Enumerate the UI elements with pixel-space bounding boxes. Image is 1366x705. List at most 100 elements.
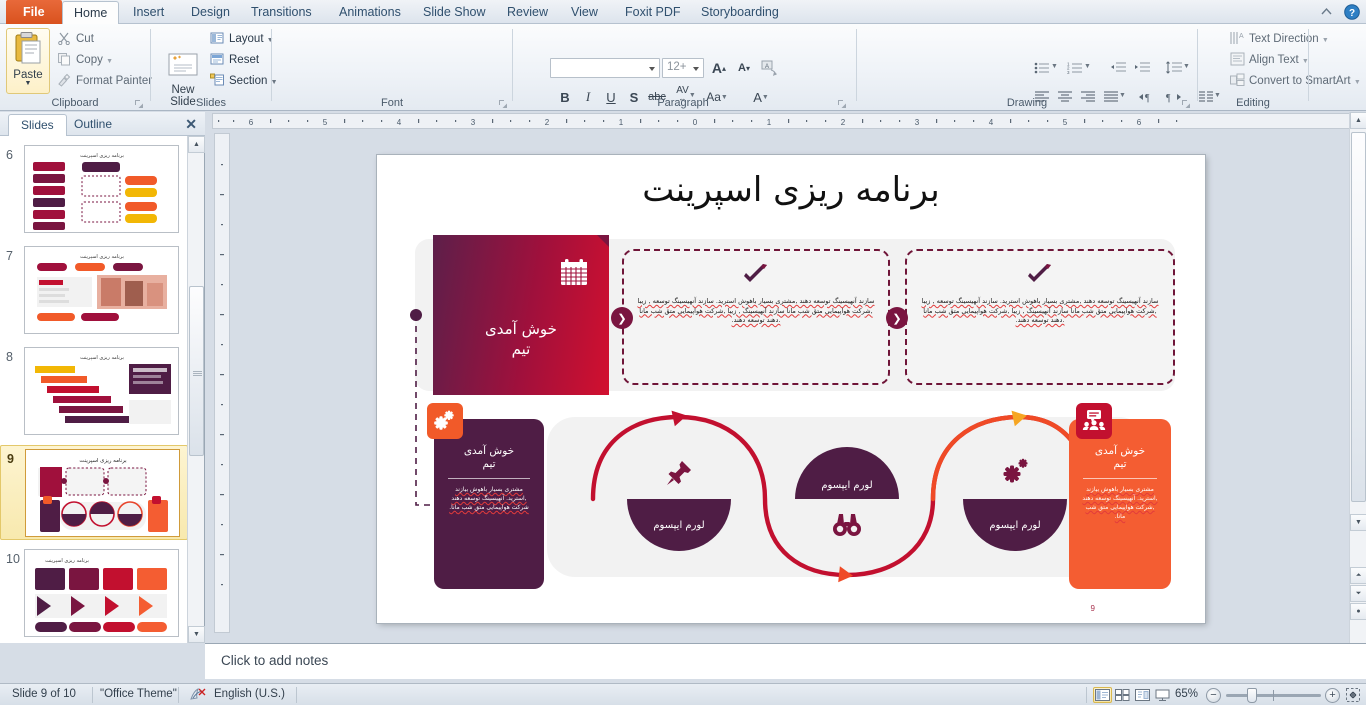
section-icon [210,73,226,89]
tab-slide-show[interactable]: Slide Show [412,1,497,24]
slide-thumbnail-list[interactable]: 6 برنامه ریزی اسپرینت 7 برنامه ریزی اسپر… [0,136,188,643]
select-browse-object-button[interactable]: ● [1350,603,1366,620]
zoom-slider-midpoint [1273,690,1274,701]
tab-storyboarding[interactable]: Storyboarding [690,1,790,24]
scrollbar-thumb[interactable] [189,286,204,456]
process-circle-3[interactable]: لورم ایپسوم [963,447,1067,551]
list-item[interactable]: 10 برنامه ریزی اسپرینت [0,546,188,641]
right-info-card[interactable]: خوش آمدی تیم مشتری بسیار باهوش بیازند ,ا… [1069,419,1171,589]
slide-show-view-button[interactable] [1153,687,1172,703]
divider [1083,478,1157,479]
ribbon-group-drawing: ▲ ▼ ▼ Arrange ▼ Quick Styles [857,24,1197,111]
slide-thumbnail[interactable]: برنامه ریزی اسپرینت [24,145,179,233]
new-slide-label-1: New [171,84,195,96]
cut-button[interactable]: Cut [56,29,94,49]
tab-file[interactable]: File [6,0,62,24]
gear-icon [963,447,1067,499]
tab-transitions[interactable]: Transitions [240,1,323,24]
slides-group-title: Slides [196,97,226,109]
panel-tab-slides[interactable]: Slides [8,114,67,136]
scroll-down-button[interactable]: ▼ [188,626,205,643]
zoom-slider-handle[interactable] [1247,688,1257,703]
zoom-in-button[interactable]: + [1325,688,1340,703]
next-slide-button[interactable]: ⏷ [1350,585,1366,602]
language-indicator[interactable]: English (U.S.) [214,688,285,700]
scroll-up-button[interactable]: ▲ [1350,112,1366,129]
paragraph-group-title: Paragraph [657,97,709,109]
scroll-down-button[interactable]: ▼ [1350,514,1366,531]
main-scrollbar[interactable]: ▲ ▼ ⏶ ⏷ ● [1349,112,1366,643]
slide-number: 9 [7,452,14,466]
tab-foxit-pdf[interactable]: Foxit PDF [614,1,692,24]
help-icon[interactable]: ? [1343,3,1360,20]
panel-tab-outline[interactable]: Outline [62,114,124,136]
layout-button[interactable]: Layout ▼ [209,29,274,49]
reading-view-button[interactable] [1133,687,1152,703]
reset-icon [210,52,226,68]
left-info-card[interactable]: خوش آمدی تیم مشتری بسیار باهوش بیازند ,ا… [434,419,544,589]
process-circle-1[interactable]: لورم ایپسوم [627,447,731,551]
svg-text:2: 2 [545,118,550,127]
svg-text:برنامه ریزی اسپرینت: برنامه ریزی اسپرینت [80,153,124,159]
slide-sorter-view-button[interactable] [1113,687,1132,703]
tab-design[interactable]: Design [180,1,241,24]
notes-placeholder[interactable]: Click to add notes [221,653,328,668]
previous-slide-button[interactable]: ⏶ [1350,567,1366,584]
font-dialog-launcher[interactable] [498,98,508,108]
clipboard-dialog-launcher[interactable] [134,98,144,108]
copy-button[interactable]: Copy ▼ [56,50,113,70]
cut-label: Cut [76,33,94,45]
slide-canvas[interactable]: برنامه ریزی اسپرینت 9 خوش آمدی تیم ❯ ❯ س… [377,155,1205,623]
slides-panel-scrollbar[interactable]: ▲ ▼ [187,136,205,643]
slides-panel: Slides Outline ✕ 6 برنامه ریزی اسپرینت 7… [0,112,205,643]
scrollbar-thumb[interactable] [1351,132,1366,502]
tab-review[interactable]: Review [496,1,559,24]
normal-view-button[interactable] [1093,687,1112,703]
theme-name[interactable]: "Office Theme" [100,688,177,700]
list-item[interactable]: 6 برنامه ریزی اسپرینت [0,142,188,237]
tab-animations[interactable]: Animations [328,1,412,24]
slides-panel-tabs: Slides Outline ✕ [0,112,205,136]
zoom-out-button[interactable]: − [1206,688,1221,703]
slide-thumbnail[interactable]: برنامه ریزی اسپرینت [24,549,179,637]
svg-text:برنامه ریزی اسپرینت: برنامه ریزی اسپرینت [80,355,124,361]
slide-thumbnail[interactable]: برنامه ریزی اسپرینت [24,246,179,334]
scroll-up-button[interactable]: ▲ [188,136,205,153]
chevron-right-icon: ❯ [611,307,633,329]
copy-icon [57,52,73,68]
format-painter-label: Format Painter [76,75,153,87]
svg-text:4: 4 [989,118,994,127]
spellcheck-icon[interactable] [190,687,207,705]
chevron-up-icon[interactable] [1318,3,1335,20]
svg-text:3: 3 [915,118,920,127]
zoom-percentage[interactable]: 65% [1175,688,1198,700]
right-card-heading-2: تیم [1113,458,1127,470]
close-icon[interactable]: ✕ [185,116,197,133]
format-painter-button[interactable]: Format Painter [56,71,152,91]
scissors-icon [57,31,73,47]
list-item[interactable]: 8 برنامه ریزی اسپرینت [0,344,188,439]
right-card-heading-1: خوش آمدی [1094,445,1146,457]
svg-text:6: 6 [249,118,254,127]
paste-button[interactable]: Paste ▼ [6,28,50,94]
ribbon: Paste ▼ Cut Copy ▼ Format Painter Clipbo… [0,24,1366,111]
reset-label: Reset [229,54,260,66]
tab-insert[interactable]: Insert [122,1,175,24]
list-item[interactable]: 9 برنامه ریزی اسپرینت [0,445,188,540]
tab-home[interactable]: Home [62,1,120,25]
process-circle-2[interactable]: لورم ایپسوم [795,447,899,551]
slide-number: 7 [6,249,13,263]
reset-button[interactable]: Reset [209,50,259,70]
svg-text:1: 1 [619,118,624,127]
notes-pane[interactable]: Click to add notes [205,643,1366,679]
list-item[interactable]: 7 برنامه ریزی اسپرینت [0,243,188,338]
tab-view[interactable]: View [560,1,609,24]
slide-thumbnail[interactable]: برنامه ریزی اسپرینت [25,449,180,537]
left-card-heading-1: خوش آمدی [463,445,515,457]
slide-thumbnail[interactable]: برنامه ریزی اسپرینت [24,347,179,435]
fit-to-window-icon[interactable] [1345,687,1361,705]
drawing-dialog-launcher[interactable] [1181,98,1191,108]
slide-number: 10 [6,552,20,566]
paragraph-dialog-launcher[interactable] [837,98,847,108]
section-button[interactable]: Section ▼ [209,71,278,91]
